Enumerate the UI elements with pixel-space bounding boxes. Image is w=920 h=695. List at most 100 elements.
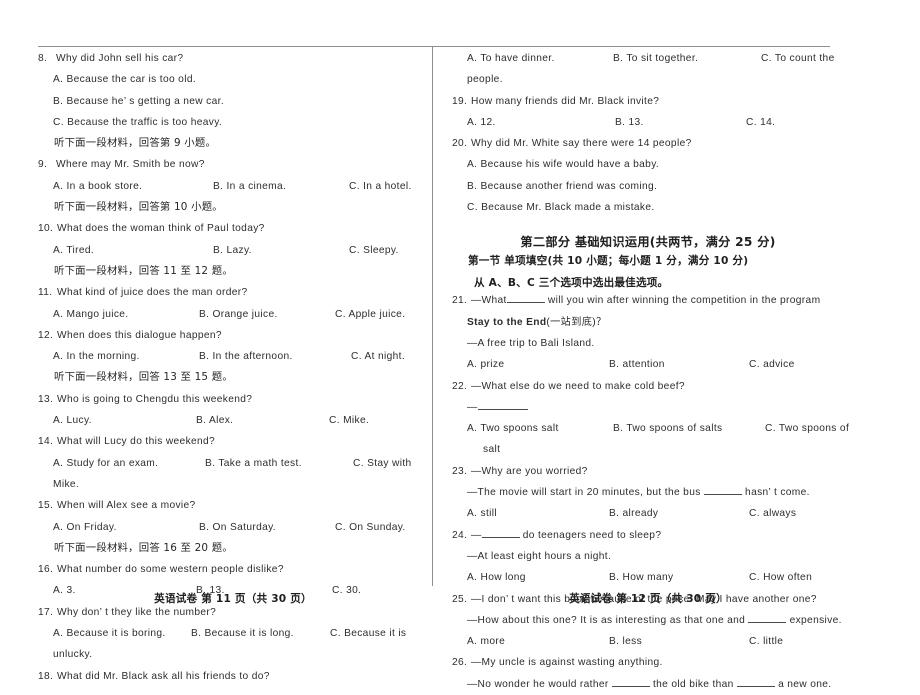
question-24-option-a[interactable]: A. How long bbox=[467, 567, 609, 588]
question-12-option-c[interactable]: C. At night. bbox=[351, 346, 405, 367]
question-23: 23. —Why are you worried? bbox=[452, 461, 844, 482]
two-page-columns: 8. Why did John sell his car? A. Because … bbox=[0, 48, 920, 690]
question-20-option-b[interactable]: B. Because another friend was coming. bbox=[452, 176, 844, 197]
question-24: 24. — do teenagers need to sleep? bbox=[452, 525, 844, 546]
question-18-option-c[interactable]: C. To count the bbox=[761, 48, 835, 69]
question-14-option-a[interactable]: A. Study for an exam. bbox=[53, 453, 205, 474]
question-20-option-c[interactable]: C. Because Mr. Black made a mistake. bbox=[452, 197, 844, 218]
right-page-column: A. To have dinner. B. To sit together. C. … bbox=[452, 48, 849, 690]
question-24-option-c[interactable]: C. How often bbox=[749, 567, 812, 588]
question-22-blank[interactable] bbox=[477, 400, 528, 410]
question-21-stem-line2-rest: (一站到底)？ bbox=[546, 316, 607, 328]
question-9-stem: Where may Mr. Smith be now? bbox=[56, 159, 205, 171]
exam-page-spread: 8. Why did John sell his car? A. Because … bbox=[0, 0, 920, 690]
question-23-stem: —Why are you worried? bbox=[471, 465, 588, 477]
question-23-blank[interactable] bbox=[703, 485, 742, 496]
question-14-stem: What will Lucy do this weekend? bbox=[57, 436, 216, 448]
question-15-option-c[interactable]: C. On Sunday. bbox=[335, 517, 406, 538]
question-26-blank-1[interactable] bbox=[611, 677, 650, 687]
question-8-option-b[interactable]: B. Because he’ s getting a new car. bbox=[38, 91, 428, 112]
question-21-stem-line2: Stay to the End(一站到底)？ bbox=[452, 312, 844, 333]
question-9-option-c[interactable]: C. In a hotel. bbox=[349, 176, 412, 197]
question-23-option-c[interactable]: C. always bbox=[749, 503, 796, 524]
question-13-option-c[interactable]: C. Mike. bbox=[329, 410, 369, 431]
question-22-answer-line: — bbox=[452, 397, 844, 418]
question-11-stem: What kind of juice does the man order? bbox=[57, 287, 248, 299]
question-8-option-c[interactable]: C. Because the traffic is too heavy. bbox=[38, 112, 428, 133]
question-26-answer-mid: the old bike than bbox=[652, 678, 734, 690]
question-14-option-b[interactable]: B. Take a math test. bbox=[205, 453, 353, 474]
question-24-answer-line: —At least eight hours a night. bbox=[467, 550, 612, 562]
question-21-blank[interactable] bbox=[506, 293, 545, 304]
question-22-options: A. Two spoons salt B. Two spoons of salts… bbox=[452, 418, 849, 439]
question-21-answer-line: —A free trip to Bali Island. bbox=[467, 337, 595, 349]
question-17-option-b[interactable]: B. Because it is long. bbox=[191, 623, 330, 644]
question-21-option-c[interactable]: C. advice bbox=[749, 354, 795, 375]
question-26-blank-2[interactable] bbox=[736, 677, 775, 687]
question-25-option-c[interactable]: C. little bbox=[749, 631, 783, 652]
question-26-number: 26. bbox=[452, 657, 468, 669]
question-26: 26. —My uncle is against wasting anything… bbox=[452, 652, 844, 673]
question-24-blank[interactable] bbox=[481, 528, 520, 538]
question-23-answer-pre: —The movie will start in 20 minutes, but… bbox=[467, 487, 701, 499]
question-22-option-a[interactable]: A. Two spoons salt bbox=[467, 418, 613, 439]
section-one-heading: 第一节 单项填空(共 10 小题；每小题 1 分，满分 10 分) bbox=[468, 255, 749, 268]
question-23-answer-post: hasn’ t come. bbox=[745, 487, 810, 499]
question-25-option-a[interactable]: A. more bbox=[467, 631, 609, 652]
question-9: 9. Where may Mr. Smith be now? bbox=[38, 154, 428, 175]
question-10-stem: What does the woman think of Paul today? bbox=[57, 223, 265, 235]
question-17-options: A. Because it is boring. B. Because it is… bbox=[38, 623, 428, 644]
question-17-option-a[interactable]: A. Because it is boring. bbox=[53, 623, 191, 644]
question-24-option-b[interactable]: B. How many bbox=[609, 567, 749, 588]
question-23-option-b[interactable]: B. already bbox=[609, 503, 749, 524]
question-25-option-b[interactable]: B. less bbox=[609, 631, 749, 652]
question-21-option-b[interactable]: B. attention bbox=[609, 354, 749, 375]
question-21-option-a[interactable]: A. prize bbox=[467, 354, 609, 375]
question-22-option-b[interactable]: B. Two spoons of salts bbox=[613, 418, 765, 439]
question-19-option-b[interactable]: B. 13. bbox=[615, 112, 746, 133]
question-25-blank[interactable] bbox=[748, 613, 787, 623]
question-10-option-c[interactable]: C. Sleepy. bbox=[349, 240, 399, 261]
question-8-stem: Why did John sell his car? bbox=[56, 53, 184, 64]
question-15-option-a[interactable]: A. On Friday. bbox=[53, 517, 199, 538]
question-11-option-b[interactable]: B. Orange juice. bbox=[199, 304, 335, 325]
question-14: 14. What will Lucy do this weekend? bbox=[38, 431, 428, 452]
listening-direction-13-15: 听下面一段材料，回答 13 至 15 题。 bbox=[54, 371, 233, 384]
question-12-option-b[interactable]: B. In the afternoon. bbox=[199, 346, 351, 367]
question-22-answer-dash: — bbox=[467, 401, 478, 413]
question-13-option-a[interactable]: A. Lucy. bbox=[53, 410, 196, 431]
question-9-option-a[interactable]: A. In a book store. bbox=[53, 176, 213, 197]
question-12-option-a[interactable]: A. In the morning. bbox=[53, 346, 199, 367]
question-16-number: 16. bbox=[38, 564, 54, 576]
question-10-option-b[interactable]: B. Lazy. bbox=[213, 240, 349, 261]
question-19-option-a[interactable]: A. 12. bbox=[467, 112, 615, 133]
question-13-option-b[interactable]: B. Alex. bbox=[196, 410, 329, 431]
question-12: 12. When does this dialogue happen? bbox=[38, 325, 428, 346]
question-8-option-a[interactable]: A. Because the car is too old. bbox=[38, 69, 428, 90]
question-16-stem: What number do some western people disli… bbox=[57, 564, 284, 576]
question-21-number: 21. bbox=[452, 295, 468, 307]
question-14-number: 14. bbox=[38, 436, 54, 448]
question-25-answer-line: —How about this one? It is as interestin… bbox=[452, 610, 844, 631]
question-15-option-b[interactable]: B. On Saturday. bbox=[199, 517, 335, 538]
question-19-option-c[interactable]: C. 14. bbox=[746, 112, 775, 133]
question-18-option-b[interactable]: B. To sit together. bbox=[613, 48, 761, 69]
listening-direction-16-20: 听下面一段材料，回答 16 至 20 题。 bbox=[54, 541, 233, 554]
question-20-option-a[interactable]: A. Because his wife would have a baby. bbox=[452, 154, 844, 175]
question-22-option-c[interactable]: C. Two spoons of bbox=[765, 418, 849, 439]
question-18-option-a[interactable]: A. To have dinner. bbox=[467, 48, 613, 69]
question-9-option-b[interactable]: B. In a cinema. bbox=[213, 176, 349, 197]
question-11-option-a[interactable]: A. Mango juice. bbox=[53, 304, 199, 325]
page-footer-left: 英语试卷 第 11 页（共 30 页） bbox=[154, 593, 312, 605]
question-23-option-a[interactable]: A. still bbox=[467, 503, 609, 524]
question-10-option-a[interactable]: A. Tired. bbox=[53, 240, 213, 261]
question-14-option-c[interactable]: C. Stay with bbox=[353, 453, 412, 474]
question-17-option-c[interactable]: C. Because it is bbox=[330, 623, 406, 644]
question-9-options: A. In a book store. B. In a cinema. C. In … bbox=[38, 176, 428, 197]
question-18-options: A. To have dinner. B. To sit together. C. … bbox=[452, 48, 844, 69]
question-11-option-c[interactable]: C. Apple juice. bbox=[335, 304, 405, 325]
question-24-number: 24. bbox=[452, 529, 468, 541]
question-22-stem: —What else do we need to make cold beef? bbox=[471, 380, 685, 392]
question-11-options: A. Mango juice. B. Orange juice. C. Apple … bbox=[38, 304, 428, 325]
question-17-stem: Why don’ t they like the number? bbox=[57, 606, 217, 618]
